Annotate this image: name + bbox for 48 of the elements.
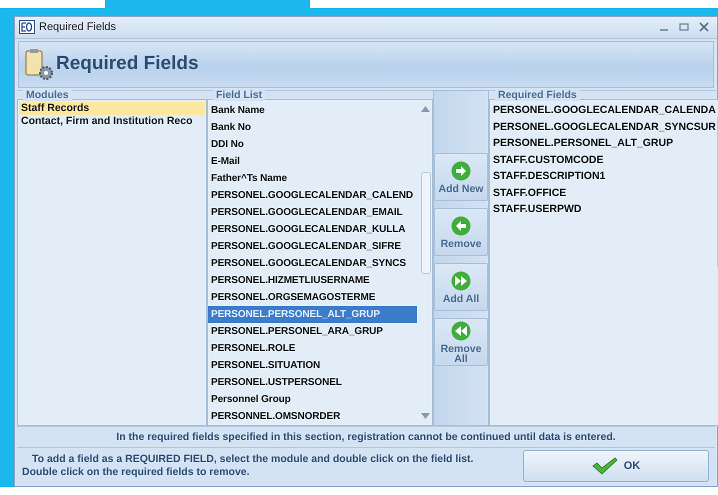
field-item[interactable]: PERSONEL.ORGSEMAGOSTERME [208,289,417,306]
field-item[interactable]: DDI No [208,136,417,153]
group-legend: Field List [213,90,266,101]
required-field-item[interactable]: STAFF.USERPWD [490,201,716,218]
scroll-thumb[interactable] [420,172,430,274]
field-item[interactable]: PERSONEL.SITUATION [208,357,417,374]
field-item[interactable]: PERSONEL.HIZMETLIUSERNAME [208,272,417,289]
window-title: Required Fields [39,21,116,34]
maximize-icon[interactable] [679,22,689,32]
field-item[interactable]: PERSONEL.GOOGLECALENDAR_CALEND [208,187,417,204]
group-legend: Modules [23,90,72,101]
info-text: In the required fields specified in this section, registration cannot be continued until data is entered. [17,426,715,447]
field-item[interactable]: Personnel Group [208,391,417,408]
checkmark-icon [592,457,618,475]
field-item[interactable]: PERSONNEL.OMSNORDER [208,408,417,425]
module-item[interactable]: Contact, Firm and Institution Reco [19,115,205,128]
field-item[interactable]: PERSONEL.GOOGLECALENDAR_SYNCS [208,255,417,272]
field-item[interactable]: PERSONEL.GOOGLECALENDAR_EMAIL [208,204,417,221]
scroll-down-icon[interactable] [421,413,430,419]
field-item[interactable]: Bank No [208,119,417,136]
field-item[interactable]: PERSONEL.USTPERSONEL [208,374,417,391]
transfer-button[interactable]: Add New [434,153,488,201]
transfer-button[interactable]: Remove [434,208,488,256]
transfer-button[interactable]: Remove All [434,318,488,366]
required-field-item[interactable]: PERSONEL.GOOGLECALENDAR_SYNCSUR [490,118,716,135]
required-field-item[interactable]: STAFF.OFFICE [490,184,716,201]
scroll-up-icon[interactable] [421,106,430,112]
required-field-item[interactable]: PERSONEL.PERSONEL_ALT_GRUP [490,135,716,152]
group-legend: Required Fields [495,90,580,101]
header-title: Required Fields [56,53,199,76]
field-item[interactable]: PERSONEL.GOOGLECALENDAR_KULLA [208,221,417,238]
field-item[interactable]: PERSONEL.PERSONEL_ARA_GRUP [208,323,417,340]
field-item[interactable]: Bank Name [208,102,417,119]
clipboard-gear-icon [24,47,54,82]
required-field-item[interactable]: STAFF.CUSTOMCODE [490,152,716,168]
ok-button[interactable]: OK [523,450,709,482]
close-icon[interactable] [699,22,709,32]
field-item[interactable]: PERSONEL.PERSONEL_ALT_GRUP [208,306,417,323]
field-item[interactable]: Father^Ts Name [208,170,417,187]
field-item[interactable]: PERSONEL.GOOGLECALENDAR_SIFRE [208,238,417,255]
app-icon [19,20,35,34]
required-field-item[interactable]: STAFF.DESCRIPTION1 [490,168,716,184]
required-field-item[interactable]: PERSONEL.GOOGLECALENDAR_CALENDA [490,102,716,118]
field-item[interactable]: PERSONEL.ROLE [208,340,417,357]
transfer-button[interactable]: Add All [434,263,488,311]
module-item[interactable]: Staff Records [19,102,205,115]
hint-text: To add a field as a REQUIRED FIELD, select the module and double click on the field list. Double click on the required fields to remove. [21,453,474,479]
field-item[interactable]: E-Mail [208,153,417,170]
